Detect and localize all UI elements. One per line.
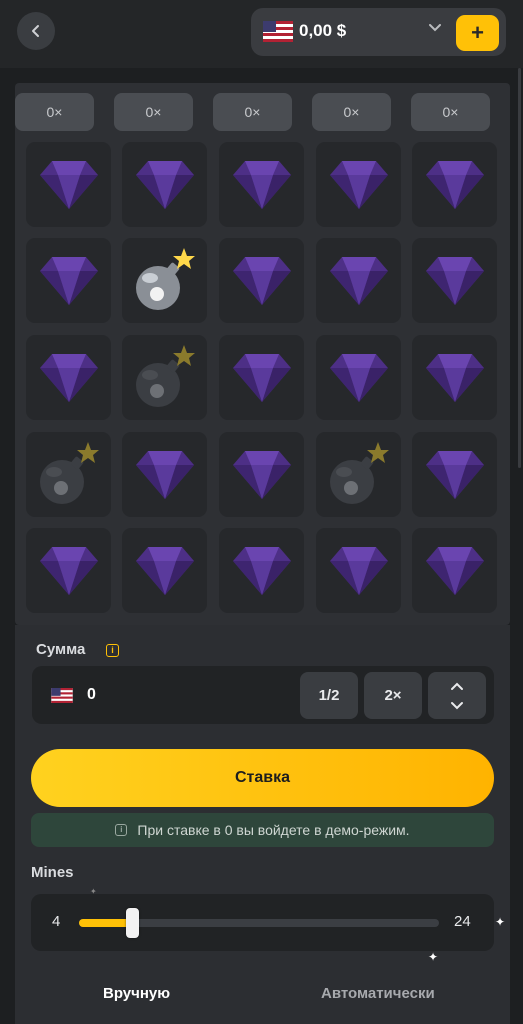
board-tile-gem[interactable] — [412, 238, 497, 323]
board-tile-gem[interactable] — [412, 528, 497, 613]
board-tile-gem[interactable] — [412, 335, 497, 420]
gem-icon — [232, 160, 291, 209]
us-flag-icon — [263, 21, 293, 42]
deposit-button[interactable]: + — [456, 15, 499, 51]
gem-icon — [39, 353, 98, 402]
board-tile-gem[interactable] — [412, 432, 497, 517]
mines-label: Mines — [31, 864, 74, 881]
mine-icon — [39, 441, 99, 504]
mine-icon — [135, 247, 195, 310]
mines-max-value: 24 — [454, 913, 471, 930]
chevron-down-icon — [429, 24, 441, 32]
board-tile-gem[interactable] — [26, 528, 111, 613]
bet-stepper-button[interactable] — [428, 672, 486, 719]
board-tile-gem[interactable] — [122, 142, 207, 227]
gem-icon — [135, 546, 194, 595]
board-tile-mine[interactable] — [122, 335, 207, 420]
mines-slider[interactable] — [79, 908, 439, 938]
us-flag-icon — [51, 688, 73, 703]
multiplier-5: 0× — [411, 93, 490, 131]
gem-icon — [39, 256, 98, 305]
tab-manual[interactable]: Вручную — [103, 985, 170, 1002]
gem-icon — [425, 450, 484, 499]
balance-selector[interactable]: 0,00 $ + — [251, 8, 506, 56]
top-bar: 0,00 $ + — [0, 0, 523, 68]
multiplier-3: 0× — [213, 93, 292, 131]
board-tile-mine-hit[interactable] — [122, 238, 207, 323]
double-bet-button[interactable]: 2× — [364, 672, 422, 719]
chevron-left-icon — [32, 25, 39, 37]
gem-icon — [39, 546, 98, 595]
board-tile-gem[interactable] — [122, 528, 207, 613]
gem-icon — [425, 353, 484, 402]
mines-slider-box: 4 24 — [31, 894, 494, 951]
bet-amount-input[interactable] — [87, 680, 287, 710]
gem-icon — [39, 160, 98, 209]
board-tile-gem[interactable] — [316, 238, 401, 323]
gem-icon — [425, 546, 484, 595]
gem-icon — [135, 450, 194, 499]
gem-icon — [329, 160, 388, 209]
board-tile-gem[interactable] — [219, 528, 304, 613]
gem-icon — [425, 256, 484, 305]
board-tile-gem[interactable] — [219, 335, 304, 420]
sparkle-icon: ✦ — [495, 915, 506, 929]
balance-amount: 0,00 $ — [299, 21, 347, 40]
gem-icon — [425, 160, 484, 209]
mines-min-value: 4 — [52, 913, 61, 930]
amount-row: 1/2 2× — [32, 666, 494, 724]
half-bet-button[interactable]: 1/2 — [300, 672, 358, 719]
board-tile-gem[interactable] — [219, 238, 304, 323]
slider-fill — [79, 919, 132, 927]
board-tile-gem[interactable] — [316, 335, 401, 420]
info-icon: i — [115, 824, 128, 836]
sum-label: Сумма — [36, 641, 86, 658]
mine-icon — [329, 441, 389, 504]
board-tile-gem[interactable] — [412, 142, 497, 227]
multiplier-1: 0× — [15, 93, 94, 131]
gem-icon — [329, 546, 388, 595]
info-icon[interactable]: i — [106, 644, 119, 657]
gem-icon — [232, 546, 291, 595]
demo-mode-notice: i При ставке в 0 вы войдете в демо-режим… — [31, 813, 494, 847]
mines-board: 0× 0× 0× 0× 0× — [15, 83, 510, 625]
gem-icon — [232, 450, 291, 499]
board-tile-gem[interactable] — [219, 432, 304, 517]
board-tile-gem[interactable] — [316, 528, 401, 613]
board-tile-gem[interactable] — [219, 142, 304, 227]
board-tile-gem[interactable] — [26, 335, 111, 420]
gem-icon — [135, 160, 194, 209]
board-tile-gem[interactable] — [26, 238, 111, 323]
gem-icon — [232, 353, 291, 402]
board-tile-gem[interactable] — [122, 432, 207, 517]
bet-panel: Сумма i 1/2 2× Ставка i При ставке в 0 в… — [15, 625, 510, 1024]
demo-mode-text: При ставке в 0 вы войдете в демо-режим. — [137, 822, 410, 838]
up-down-chevron-icon — [451, 682, 463, 709]
gem-icon — [232, 256, 291, 305]
multiplier-2: 0× — [114, 93, 193, 131]
sparkle-icon: ✦ — [428, 950, 439, 964]
slider-thumb[interactable] — [126, 908, 139, 938]
scrollbar[interactable] — [518, 68, 521, 468]
board-tile-gem[interactable] — [26, 142, 111, 227]
board-tile-mine[interactable] — [316, 432, 401, 517]
board-tile-mine[interactable] — [26, 432, 111, 517]
multiplier-4: 0× — [312, 93, 391, 131]
back-button[interactable] — [17, 12, 55, 50]
mine-icon — [135, 344, 195, 407]
gem-icon — [329, 256, 388, 305]
place-bet-button[interactable]: Ставка — [31, 749, 494, 807]
board-tile-gem[interactable] — [316, 142, 401, 227]
gem-icon — [329, 353, 388, 402]
tab-auto[interactable]: Автоматически — [321, 985, 435, 1002]
